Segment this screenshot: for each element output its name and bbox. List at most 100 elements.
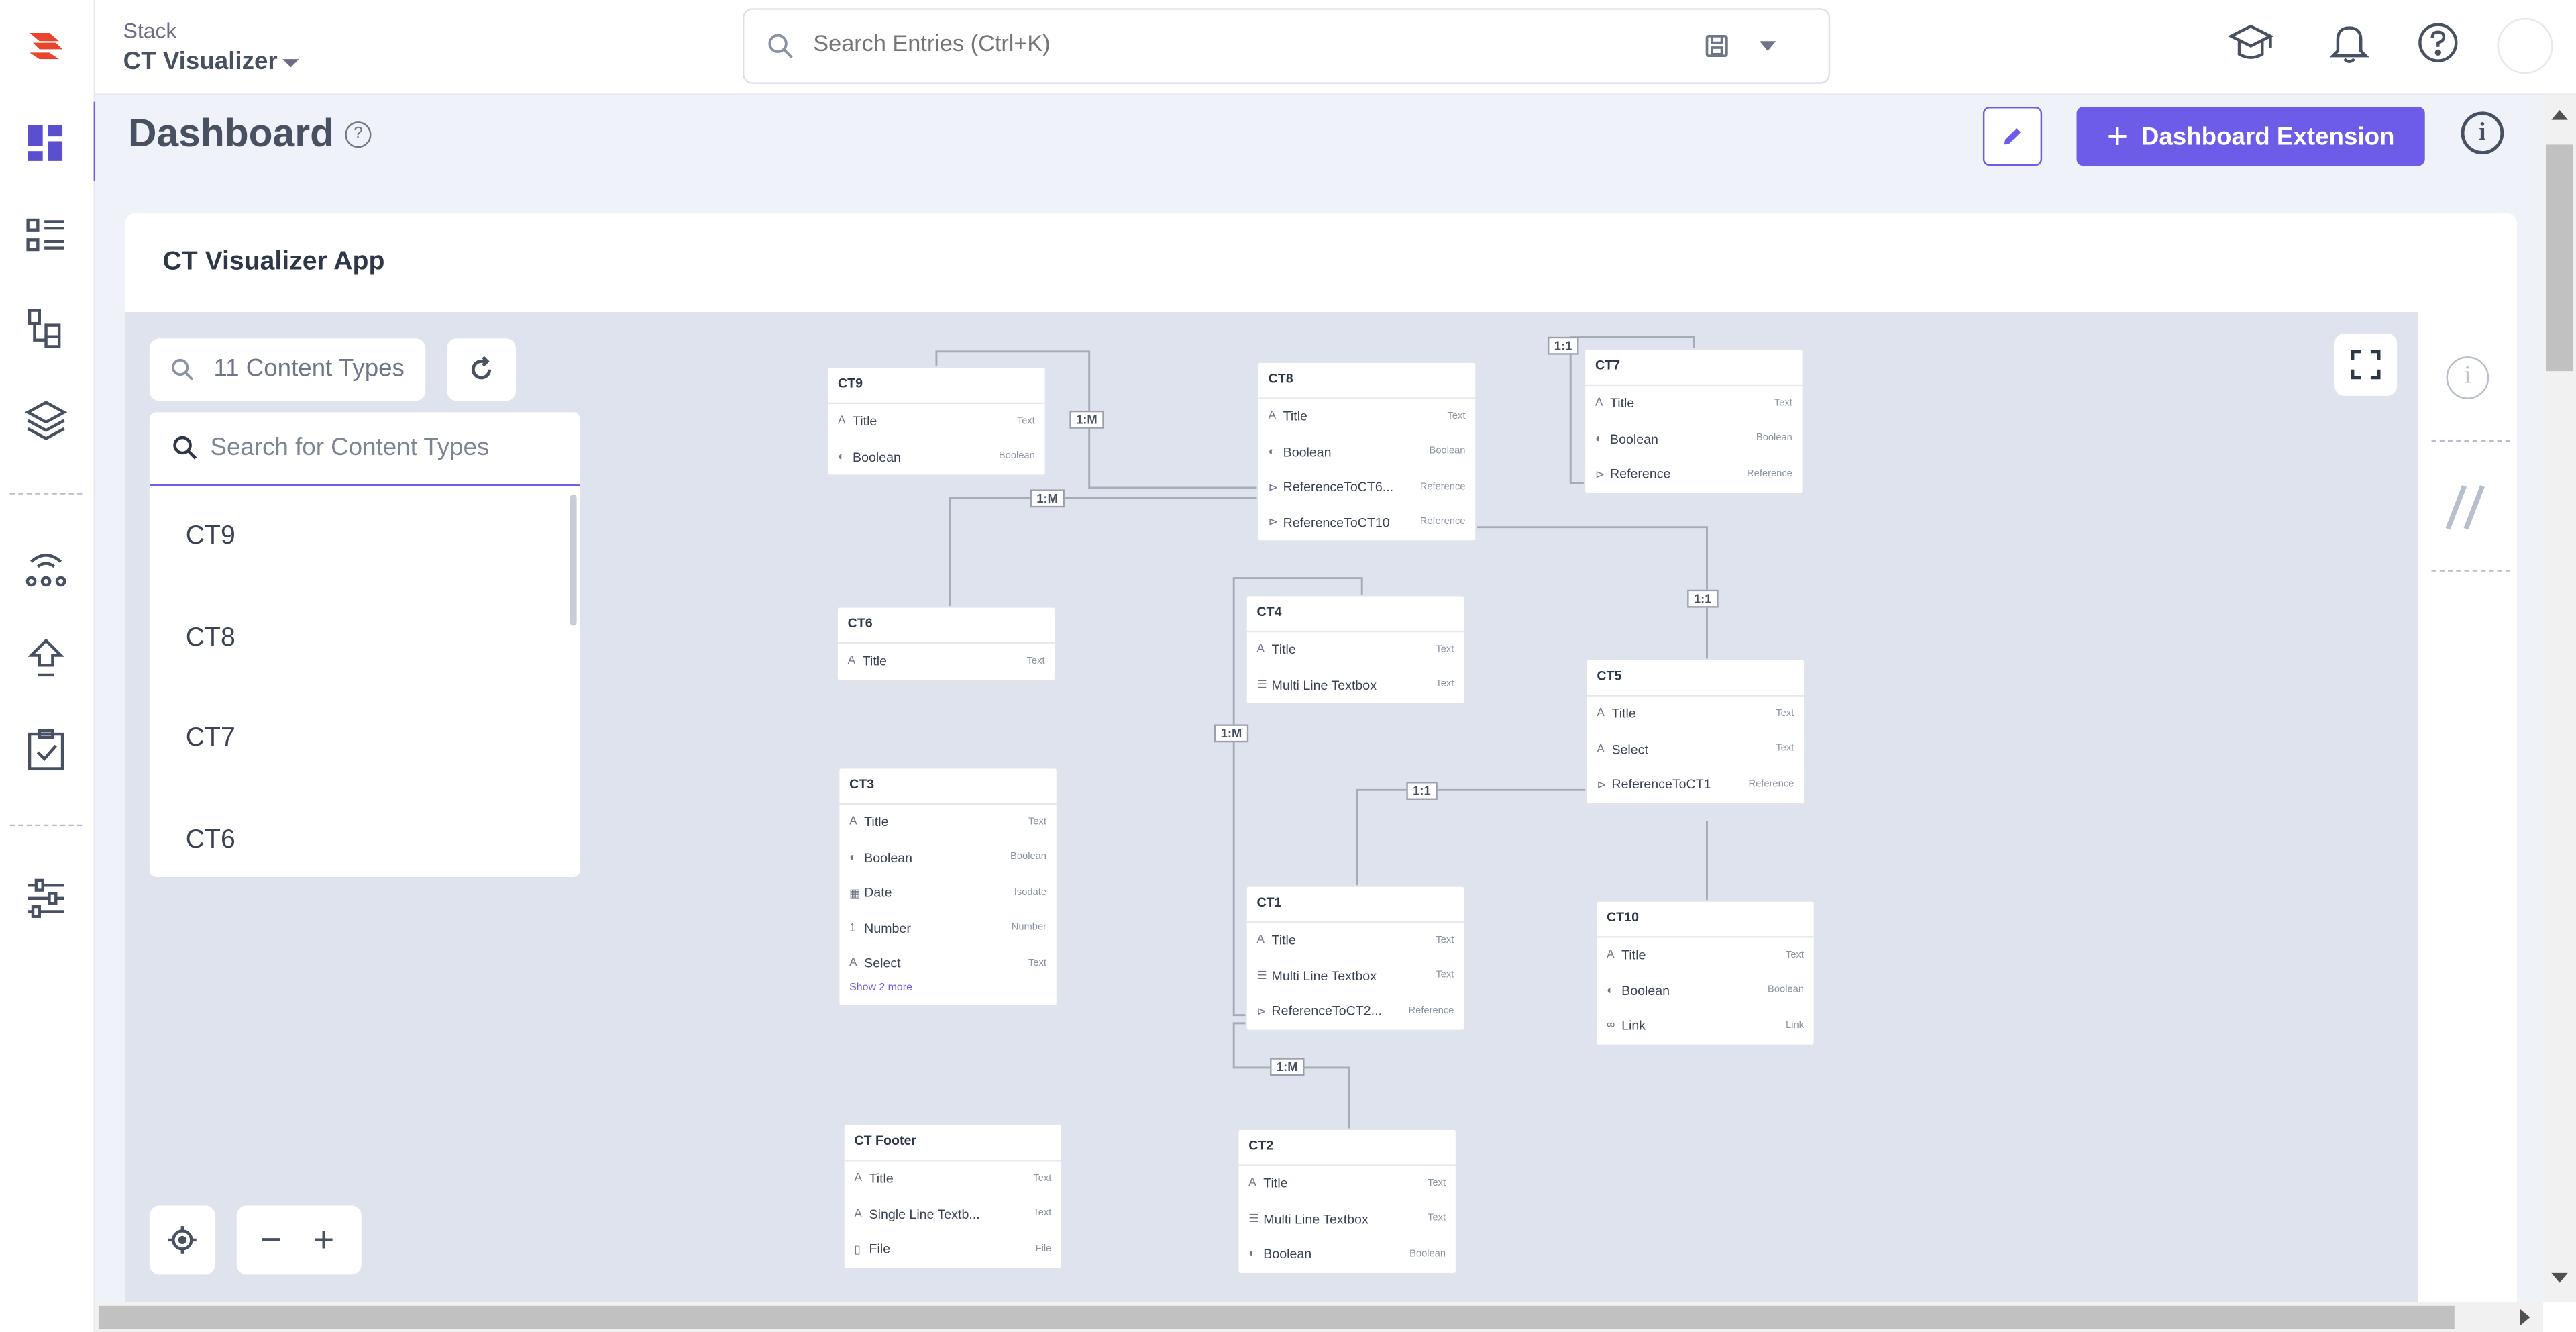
info-icon[interactable]: i [2461,111,2504,155]
field-type-icon: ▦ [849,888,861,900]
content-type-node-ct2[interactable]: CT2 A Title Text ☰ Multi Line Textbox Text ◐ Boo… [1237,1128,1458,1274]
field-type: Isodate [1014,888,1047,899]
field-name: ReferenceToCT2... [1271,1004,1382,1019]
collapse-slash-icon[interactable] [2441,483,2490,532]
fullscreen-button[interactable] [2334,333,2398,396]
content-type-dropdown: Search for Content Types CT9 CT8 CT7 CT6 [149,412,580,878]
field-type-icon: ⊳ [1595,469,1605,481]
settings-sliders-icon[interactable] [23,876,69,922]
content-type-option[interactable]: CT6 [186,826,235,856]
help-circle-icon[interactable]: ? [345,121,372,148]
search-placeholder: Search for Content Types [210,433,490,462]
show-more-link[interactable]: Show 2 more [839,981,1056,1004]
chevron-down-icon[interactable] [1759,41,1776,51]
field-row: A Single Line Textb... Text [845,1196,1061,1232]
content-type-option[interactable]: CT7 [186,724,235,754]
field-row: ⊳ ReferenceToCT10 Reference [1258,505,1475,541]
content-type-node-ct5[interactable]: CT5 A Title Text A Select Text ⊳ ReferenceToCT1 R… [1585,658,1806,805]
node-title: CT8 [1258,363,1476,399]
button-label: Dashboard Extension [2141,122,2395,150]
add-dashboard-extension-button[interactable]: + Dashboard Extension [2076,107,2425,166]
edit-dashboard-button[interactable] [1982,107,2043,166]
field-row: A Title Text [1239,1166,1456,1202]
refresh-button[interactable] [447,338,516,401]
recenter-button[interactable] [149,1205,215,1275]
field-name: Boolean [853,450,901,465]
field-type-icon: A [1248,1178,1256,1190]
content-type-count-filter[interactable]: 11 Content Types [149,338,426,401]
diagram-canvas[interactable]: 1:M 1:M 1:1 1:1 1:M 1:1 1:M CT9 A Title Tex… [125,312,2418,1302]
field-type-icon: ⊳ [1268,482,1279,495]
zoom-out-button[interactable]: − [246,1215,295,1264]
dashboard-icon[interactable] [23,120,69,166]
field-name: Title [1621,947,1646,963]
content-type-node-ct1[interactable]: CT1 A Title Text ☰ Multi Line Textbox Text ⊳ Ref… [1245,885,1466,1031]
field-type-icon: A [1597,708,1605,720]
field-row: ◐ Boolean Boolean [1239,1237,1456,1272]
content-type-node-ct-footer[interactable]: CT Footer A Title Text A Single Line Textb...… [843,1123,1063,1269]
field-name: ReferenceToCT1 [1611,777,1711,792]
scroll-down-arrow-icon[interactable] [2551,1272,2568,1283]
field-row: ▦ Date Isodate [839,876,1056,911]
horizontal-scrollbar[interactable] [95,1302,2544,1332]
entries-list-icon[interactable] [23,213,69,260]
dropdown-scrollbar[interactable] [570,494,577,626]
notifications-bell-icon[interactable] [2326,19,2373,66]
field-name: Select [864,956,901,972]
field-type-icon: A [849,958,857,970]
node-title: CT4 [1246,596,1464,633]
content-type-node-ct9[interactable]: CT9 A Title Text ◐ Boolean Boolean [826,366,1047,476]
brand-logo[interactable] [23,26,69,66]
content-type-node-ct3[interactable]: CT3 A Title Text ◐ Boolean Boolean ▦ Date Isodate… [837,767,1059,1007]
layers-icon[interactable] [23,397,69,444]
field-row: ◐ Boolean Boolean [1258,434,1475,470]
info-icon[interactable]: i [2446,356,2489,399]
field-type: Text [1028,817,1047,827]
scroll-thumb[interactable] [2546,144,2573,372]
content-type-node-ct10[interactable]: CT10 A Title Text ◐ Boolean Boolean ∞ Link Link [1595,900,1816,1045]
global-search[interactable] [742,8,1831,84]
avatar[interactable] [2497,17,2553,74]
saved-search-icon[interactable] [1704,33,1730,59]
field-type: Boolean [1768,986,1805,996]
field-type: Reference [1748,779,1794,790]
scroll-right-arrow-icon[interactable] [2520,1309,2530,1326]
scroll-up-arrow-icon[interactable] [2551,109,2568,120]
tasks-icon[interactable] [23,727,69,774]
scroll-thumb[interactable] [98,1305,2455,1329]
webhooks-icon[interactable] [23,546,69,592]
field-row: A Title Text [845,1161,1061,1196]
top-bar: Stack CT Visualizer [95,0,2576,95]
content-type-node-ct7[interactable]: CT7 A Title Text ◐ Boolean Boolean ⊳ Reference Re… [1583,348,1805,494]
help-icon[interactable] [2415,19,2461,66]
field-type: Text [1776,744,1794,755]
relation-label: 1:M [1069,410,1104,429]
field-row: ▯ File File [845,1232,1061,1268]
field-type-icon: ⊳ [1256,1006,1267,1018]
content-type-search[interactable]: Search for Content Types [149,412,580,486]
zoom-in-button[interactable]: + [299,1215,348,1264]
stack-selector[interactable]: CT Visualizer [123,48,278,76]
content-models-icon[interactable] [23,305,69,352]
search-input[interactable] [813,30,1635,56]
vertical-scrollbar[interactable] [2543,95,2576,1302]
rail-divider [2431,440,2511,442]
content-type-node-ct8[interactable]: CT8 A Title Text ◐ Boolean Boolean ⊳ ReferenceTo… [1256,361,1477,542]
academy-icon[interactable] [2227,19,2274,66]
content-type-count: 11 Content Types [213,354,405,383]
field-name: Date [864,885,892,901]
field-type: Text [1786,950,1805,961]
field-type: Boolean [1409,1249,1446,1260]
field-name: Link [1621,1019,1646,1034]
field-type-icon: A [1597,744,1605,756]
field-type: Text [1774,399,1792,409]
content-type-option[interactable]: CT8 [186,624,235,654]
content-type-option[interactable]: CT9 [186,522,235,552]
field-row: A Select Text [1587,731,1804,767]
publish-icon[interactable] [23,635,69,682]
field-name: Title [1271,642,1296,658]
content-type-node-ct6[interactable]: CT6 A Title Text [836,606,1057,681]
chevron-down-icon[interactable] [282,59,299,68]
field-name: Reference [1610,466,1671,482]
content-type-node-ct4[interactable]: CT4 A Title Text ☰ Multi Line Textbox Text [1245,595,1466,705]
